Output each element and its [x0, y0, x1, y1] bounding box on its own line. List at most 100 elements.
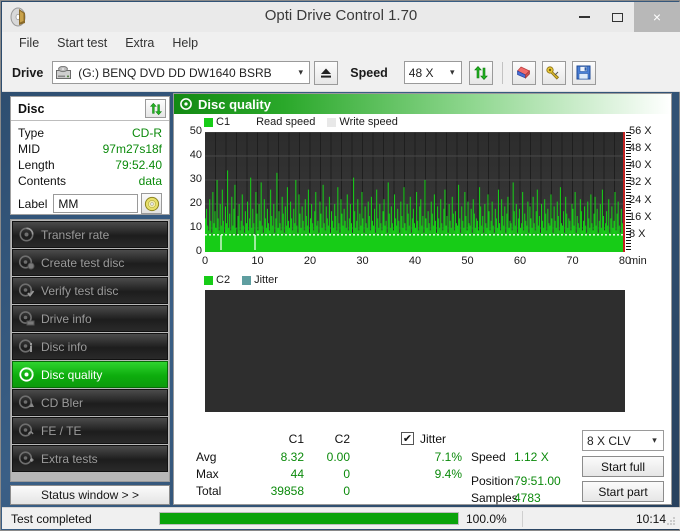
tools-button[interactable] [541, 60, 566, 85]
tools-icon [546, 65, 560, 80]
sidebar-item-label: FE / TE [41, 423, 82, 438]
erase-button[interactable] [511, 60, 536, 85]
legend-item-jitter: Jitter [242, 274, 278, 286]
drive-label: Drive [12, 65, 44, 80]
sidebar-item-label: Drive info [41, 311, 92, 326]
stats-row-key-avg: Avg [196, 450, 217, 464]
disc-value: data [138, 174, 162, 188]
c1-legend: C1 Read speed Write speed [204, 116, 410, 128]
disc-label-row: Label MM [18, 193, 162, 214]
minimize-button[interactable] [568, 2, 601, 32]
stats-avg-jitter: 7.1% [434, 450, 462, 464]
stats-row-key-max: Max [196, 467, 219, 481]
stats-avg-c1: 8.32 [280, 450, 304, 464]
disc-bler-icon [18, 394, 35, 411]
menu-item-start-test[interactable]: Start test [48, 34, 116, 52]
disc-refresh-button[interactable] [145, 99, 166, 118]
legend-swatch [242, 116, 254, 128]
maximize-icon [612, 12, 623, 22]
refresh-icon [473, 65, 488, 80]
c1-plot-area[interactable] [205, 132, 625, 252]
c2-plot-area[interactable] [205, 290, 625, 412]
samples-value: 4783 [514, 491, 541, 505]
disc-value: 97m27s18f [102, 142, 162, 156]
cd-icon [144, 196, 159, 211]
c1-chart: C1 Read speed Write speed 10 20 30 40 50 0 8 … [174, 114, 671, 274]
sidebar-item-disc-quality[interactable]: Disc quality [12, 361, 168, 388]
c2-jitter-chart: C2 Jitter [174, 274, 671, 442]
speed-select[interactable]: 48 X ▾ [403, 61, 462, 84]
save-button[interactable] [571, 60, 596, 85]
drive-select[interactable]: (G:) BENQ DVD DD DW1640 BSRB ▾ [52, 61, 311, 84]
jitter-checkbox[interactable]: ✔ [401, 432, 414, 445]
disc-info-panel: Disc Type CD-R MID 97m27s18f Length 79:5… [10, 96, 170, 215]
c1-speed-ruler [626, 132, 631, 252]
legend-label: C2 [216, 274, 231, 286]
disc-label-cd-button[interactable] [141, 193, 162, 214]
axis-tick-label: 20 [189, 197, 202, 209]
stats-column-c2: C2 [334, 432, 350, 446]
window-controls: × [568, 2, 680, 32]
speed-select-value: 48 X [408, 65, 434, 80]
drive-icon [18, 310, 35, 327]
axis-tick-label: 50 [461, 255, 474, 267]
test-nav-list: Transfer rate Create test disc Verify te… [10, 219, 170, 482]
legend-label: C1 [216, 116, 231, 128]
sidebar-item-transfer-rate[interactable]: Transfer rate [12, 221, 168, 248]
disc-icon [18, 226, 35, 243]
sidebar-item-extra-tests[interactable]: Extra tests [12, 445, 168, 472]
sidebar-item-verify-test-disc[interactable]: Verify test disc [12, 277, 168, 304]
axis-tick-label: 70 [566, 255, 579, 267]
sidebar-item-label: Disc info [41, 339, 88, 354]
refresh-icon [149, 102, 162, 115]
sidebar-item-cd-bler[interactable]: CD Bler [12, 389, 168, 416]
status-window-button[interactable]: Status window > > [10, 485, 170, 505]
legend-item-write-speed: Write speed [327, 116, 398, 128]
menu-item-extra[interactable]: Extra [116, 34, 163, 52]
axis-tick-label: 0 [201, 255, 209, 267]
disc-value: CD-R [132, 126, 162, 140]
sidebar-item-label: Disc quality [41, 367, 103, 382]
progress-percent: 100.0% [466, 511, 507, 526]
sidebar-item-fe-te[interactable]: FE / TE [12, 417, 168, 444]
resize-grip[interactable] [665, 515, 677, 527]
menu-bar: File Start test Extra Help [2, 32, 680, 54]
erase-icon [517, 66, 531, 79]
elapsed-time: 10:14 [635, 511, 666, 526]
close-button[interactable]: × [634, 2, 680, 32]
legend-item-c2: C2 [204, 274, 230, 286]
disc-info-icon [18, 338, 35, 355]
start-full-button[interactable]: Start full [582, 456, 664, 477]
disc-row-length: Length 79:52.40 [18, 157, 162, 173]
status-bar: Test completed 100.0% 10:14 [2, 507, 680, 529]
sidebar-item-create-test-disc[interactable]: Create test disc [12, 249, 168, 276]
axis-unit-label: min [629, 255, 647, 267]
stats-total-c1: 39858 [270, 484, 304, 498]
sidebar-item-disc-info[interactable]: Disc info [12, 333, 168, 360]
minimize-icon [579, 16, 590, 18]
samples-key: Samples [471, 491, 518, 505]
legend-swatch [327, 117, 337, 127]
chevron-down-icon: ▾ [298, 67, 304, 77]
disc-label-input[interactable]: MM [53, 194, 138, 213]
main-panel-title: Disc quality [198, 96, 271, 112]
refresh-button[interactable] [468, 60, 493, 85]
start-part-button[interactable]: Start part [582, 481, 664, 502]
menu-item-file[interactable]: File [10, 34, 48, 52]
menu-item-help[interactable]: Help [163, 34, 207, 52]
eject-button[interactable] [314, 60, 339, 85]
maximize-button[interactable] [601, 2, 634, 32]
stats-max-c1: 44 [290, 467, 304, 481]
test-speed-value: 8 X CLV [587, 433, 631, 448]
axis-tick-label: 10 [189, 221, 202, 233]
c2-legend: C2 Jitter [204, 274, 290, 286]
axis-tick-label: 30 [356, 255, 369, 267]
axis-tick-label: 20 [303, 255, 317, 267]
app-disc-icon [8, 6, 30, 28]
progress-bar [159, 512, 459, 525]
legend-label: Write speed [339, 116, 398, 128]
test-speed-select[interactable]: 8 X CLV ▾ [582, 430, 664, 451]
stats-max-c2: 0 [343, 467, 350, 481]
sidebar-item-drive-info[interactable]: Drive info [12, 305, 168, 332]
legend-swatch [204, 117, 213, 127]
